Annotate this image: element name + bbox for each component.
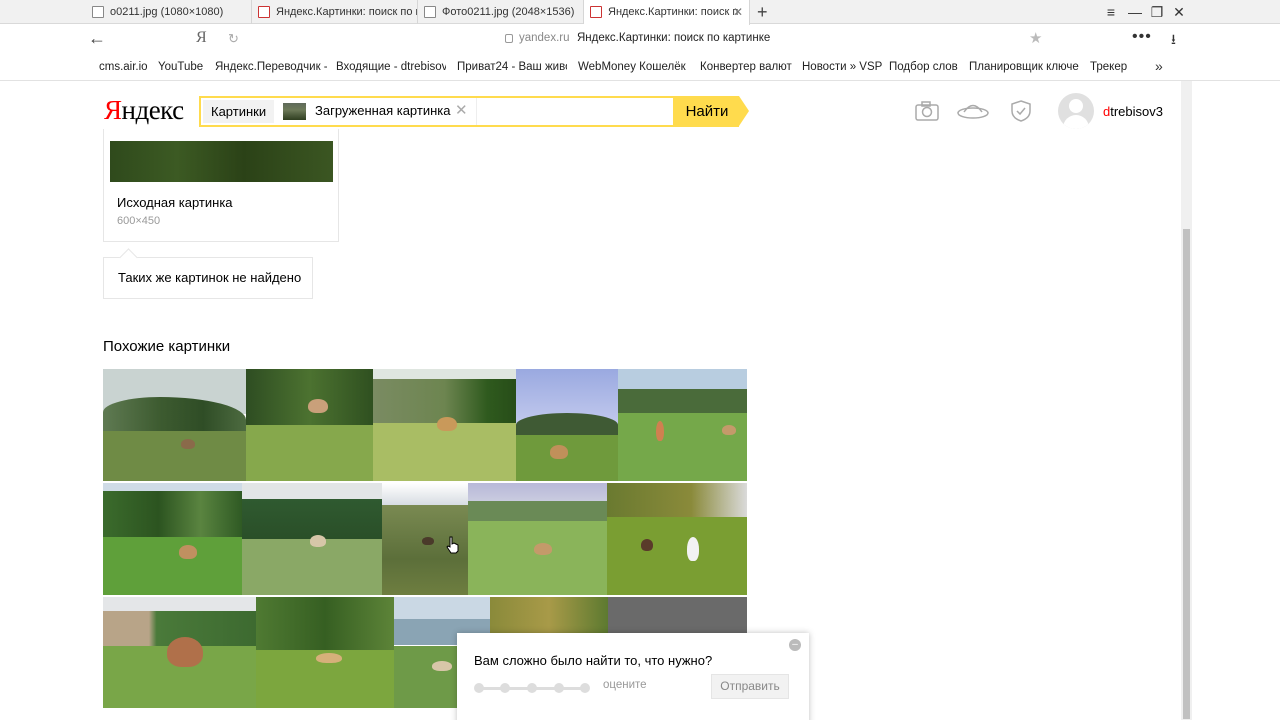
lock-icon	[505, 34, 513, 43]
tab-label: o0211.jpg (1080×1080)	[110, 6, 224, 18]
image-icon	[92, 6, 104, 18]
similar-image[interactable]	[373, 369, 516, 481]
camera-icon[interactable]	[914, 99, 940, 123]
yandex-images-icon	[258, 6, 270, 18]
url-page-title[interactable]: Яндекс.Картинки: поиск по картинке	[577, 32, 770, 44]
address-bar: ← Я ↻ yandex.ru Яндекс.Картинки: поиск п…	[0, 25, 1280, 55]
bookmark-item[interactable]: Новости » VSP	[802, 61, 882, 73]
similar-image[interactable]	[516, 369, 618, 481]
left-gutter	[0, 81, 86, 720]
tab-strip: o0211.jpg (1080×1080) Яндекс.Картинки: п…	[0, 0, 1280, 25]
no-duplicates-message: Таких же картинок не найдено	[103, 257, 313, 299]
rating-point[interactable]	[474, 683, 484, 693]
tab-image-1[interactable]: o0211.jpg (1080×1080)	[86, 0, 252, 24]
similar-images-title: Похожие картинки	[103, 338, 231, 355]
bookmark-item[interactable]: Трекер	[1090, 61, 1127, 73]
similar-image[interactable]	[246, 369, 373, 481]
tab-image-2[interactable]: Фото0211.jpg (2048×1536)	[418, 0, 584, 24]
rating-label: оцените	[603, 679, 647, 691]
similar-image[interactable]	[618, 369, 747, 481]
find-button[interactable]: Найти	[675, 96, 749, 127]
similar-image[interactable]	[242, 483, 382, 595]
service-chip[interactable]: Картинки	[203, 100, 275, 123]
bookmark-item[interactable]: Яндекс.Переводчик -	[215, 61, 327, 73]
more-icon[interactable]: •••	[1132, 28, 1152, 46]
bookmark-item[interactable]: YouTube	[158, 61, 203, 73]
bookmarks-bar: cms.air.io YouTube Яндекс.Переводчик - В…	[0, 55, 1280, 81]
rating-point[interactable]	[500, 683, 510, 693]
tab-yandex-1[interactable]: Яндекс.Картинки: поиск по к	[252, 0, 418, 24]
search-box[interactable]: Картинки Загруженная картинка ✕	[199, 96, 675, 127]
tab-label: Яндекс.Картинки: поиск по к	[276, 6, 418, 18]
close-icon[interactable]: –	[789, 639, 801, 651]
yandex-images-page: Яндекс Картинки Загруженная картинка ✕ Н…	[86, 81, 1181, 720]
bookmarks-more-icon[interactable]: »	[1155, 58, 1163, 74]
source-image-size[interactable]: 600×450	[117, 215, 160, 227]
disk-icon[interactable]	[956, 99, 990, 123]
rating-point[interactable]	[580, 683, 590, 693]
feedback-popup: – Вам сложно было найти то, что нужно? о…	[457, 633, 809, 720]
yandex-button[interactable]: Я	[196, 29, 207, 47]
image-icon	[424, 6, 436, 18]
search-divider	[476, 98, 477, 125]
close-tab-icon[interactable]: ✕	[733, 0, 743, 24]
source-image-title: Исходная картинка	[117, 195, 233, 210]
reload-icon[interactable]: ↻	[228, 31, 239, 47]
bookmark-item[interactable]: WebMoney Кошелёк	[578, 61, 686, 73]
yandex-images-icon	[590, 6, 602, 18]
source-image[interactable]	[110, 141, 333, 182]
back-arrow-icon[interactable]: ←	[88, 28, 106, 49]
rating-slider[interactable]	[474, 683, 590, 693]
source-image-card: Исходная картинка 600×450	[103, 129, 339, 242]
bookmark-item[interactable]: cms.air.io	[99, 61, 148, 73]
uploaded-image-chip[interactable]: Загруженная картинка	[315, 103, 450, 118]
shield-check-icon[interactable]	[1008, 99, 1034, 123]
hand-cursor-icon	[446, 536, 460, 559]
rating-point[interactable]	[527, 683, 537, 693]
username-rest: trebisov3	[1110, 104, 1163, 119]
new-tab-button[interactable]: +	[757, 0, 768, 24]
scrollbar-thumb[interactable]	[1183, 229, 1190, 719]
yandex-logo[interactable]: Яндекс	[104, 95, 184, 126]
bookmark-item[interactable]: Входящие - dtrebisov	[336, 61, 446, 73]
similar-image[interactable]	[607, 483, 747, 595]
feedback-question: Вам сложно было найти то, что нужно?	[474, 653, 713, 668]
right-gutter	[1192, 81, 1280, 720]
logo-rest: ндекс	[121, 95, 185, 125]
tab-yandex-active[interactable]: Яндекс.Картинки: поиск п ✕	[584, 0, 750, 25]
bookmark-item[interactable]: Планировщик ключе	[969, 61, 1079, 73]
download-icon[interactable]: ⭳	[1171, 29, 1176, 53]
rating-point[interactable]	[554, 683, 564, 693]
close-window-icon[interactable]: ✕	[1169, 0, 1189, 24]
menu-icon[interactable]: ≡	[1101, 0, 1121, 24]
url-domain[interactable]: yandex.ru	[519, 32, 570, 44]
username[interactable]: dtrebisov3	[1103, 104, 1163, 119]
similar-image[interactable]	[468, 483, 607, 595]
similar-image[interactable]	[103, 483, 242, 595]
restore-icon[interactable]: ❐	[1147, 0, 1167, 24]
page-scrollbar[interactable]	[1181, 81, 1192, 720]
star-icon[interactable]: ★	[1029, 29, 1042, 47]
tab-label: Яндекс.Картинки: поиск п	[608, 6, 739, 18]
similar-image[interactable]	[256, 597, 394, 708]
submit-button[interactable]: Отправить	[711, 674, 789, 699]
clear-icon[interactable]: ✕	[455, 101, 468, 119]
uploaded-image-thumbnail	[283, 103, 306, 120]
bookmark-item[interactable]: Приват24 - Ваш живо	[457, 61, 567, 73]
avatar[interactable]	[1058, 93, 1094, 129]
tab-label: Фото0211.jpg (2048×1536)	[442, 6, 575, 18]
minimize-icon[interactable]: —	[1125, 0, 1145, 24]
similar-image[interactable]	[103, 369, 246, 481]
bookmark-item[interactable]: Конвертер валют	[700, 61, 792, 73]
bookmark-item[interactable]: Подбор слов	[889, 61, 958, 73]
similar-image[interactable]	[103, 597, 256, 708]
logo-first-letter: Я	[104, 95, 122, 125]
